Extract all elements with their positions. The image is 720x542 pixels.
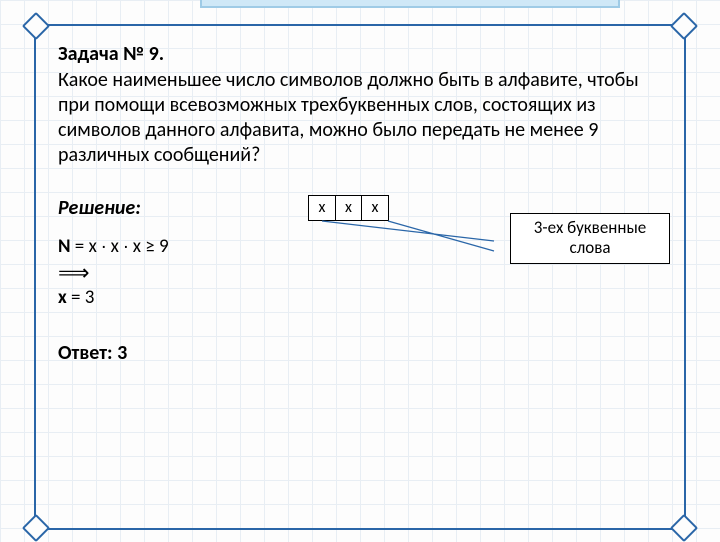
equations: N = x ∙ x ∙ x ≥ 9 ⟹ x = 3: [58, 235, 169, 310]
letter-box: x: [335, 195, 363, 221]
result-text: = 3: [67, 286, 95, 309]
letter-boxes: x x x: [308, 195, 389, 221]
implication-arrow: ⟹: [58, 259, 169, 287]
callout-line2: слова: [517, 238, 663, 258]
callout-line1: 3-ех буквенные: [517, 218, 663, 238]
task-title: Задача № 9.: [58, 42, 662, 67]
solution-area: x x x 3-ех буквенные слова N = x ∙ x ∙ x…: [58, 229, 662, 429]
formula-text: = x ∙ x ∙ x ≥ 9: [71, 235, 169, 258]
top-banner: [200, 0, 620, 8]
content-area: Задача № 9. Какое наименьшее число симво…: [58, 42, 662, 429]
letter-box: x: [308, 195, 336, 221]
answer-line: Ответ: 3: [58, 341, 127, 366]
answer-value: 3: [117, 341, 127, 365]
task-problem-text: Какое наименьшее число символов должно б…: [58, 68, 662, 168]
answer-label: Ответ:: [58, 341, 113, 365]
callout-box: 3-ех буквенные слова: [510, 213, 670, 264]
letter-box: x: [361, 195, 389, 221]
